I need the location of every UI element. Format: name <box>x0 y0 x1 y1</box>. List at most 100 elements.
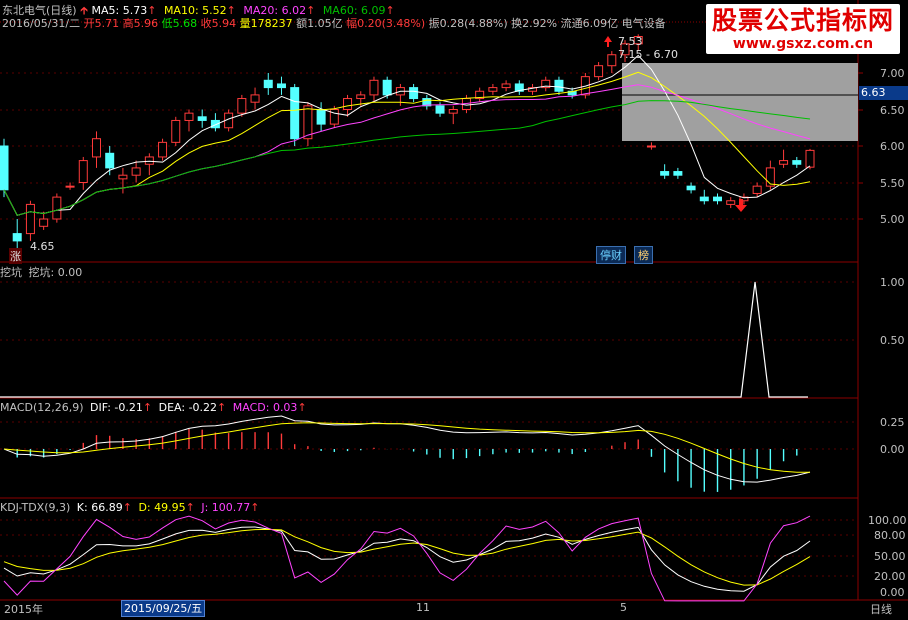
range-label: 7.15 - 6.70 <box>618 48 678 61</box>
kdj-k: K: 66.89 <box>76 501 123 514</box>
candle-body <box>673 171 683 176</box>
header-row-2: 2016/05/31/二 开5.71 高5.96 低5.68 收5.94 量17… <box>2 15 666 31</box>
candle-body <box>554 79 564 92</box>
wakeng-tick-1: 1.00 <box>880 276 905 289</box>
quote-sector: 电气设备 <box>621 17 666 30</box>
low-flag: 涨 <box>9 248 22 264</box>
price-tick-550: 5.50 <box>880 177 905 190</box>
candle-body <box>792 160 802 165</box>
watermark-logo: 股票公式指标网 www.gsxz.com.cn <box>705 4 900 54</box>
candle-body <box>0 145 9 191</box>
kdj-tick-80: 80.00 <box>874 529 906 542</box>
stock-chart-canvas[interactable] <box>0 0 908 617</box>
quote-date: 2016/05/31/二 <box>2 17 81 30</box>
macd-tick-000: 0.00 <box>880 443 905 456</box>
kdj-d-line <box>3 528 811 586</box>
wakeng-tick-05: 0.50 <box>880 334 905 347</box>
kdj-header: KDJ-TDX(9,3) K: 66.89↑ D: 49.95↑ J: 100.… <box>0 501 259 514</box>
quote-turnover: 换2.92% <box>511 17 558 30</box>
dea-arrow-icon: ↑ <box>217 401 227 414</box>
watermark-title: 股票公式指标网 <box>711 6 894 35</box>
candle-body <box>448 109 458 114</box>
quote-volume: 量178237 <box>239 17 293 30</box>
wakeng-value: 挖坑: 0.00 <box>28 266 83 279</box>
candle-body <box>158 141 168 158</box>
macd-series <box>3 415 811 492</box>
candle-body <box>356 94 366 100</box>
price-range-box <box>622 63 858 141</box>
candle-body <box>435 105 445 114</box>
candle-body <box>144 156 154 165</box>
d-arrow-icon: ↑ <box>185 501 195 514</box>
quote-amplitude: 振0.28(4.88%) <box>428 17 508 30</box>
candle-body <box>343 98 353 111</box>
kdj-tick-0: 0.00 <box>880 586 905 599</box>
macd-value: MACD: 0.03 <box>232 401 298 414</box>
kdj-d: D: 49.95 <box>138 501 186 514</box>
candle-body <box>197 116 207 121</box>
quote-high: 高5.96 <box>122 17 159 30</box>
candle-body <box>91 138 101 158</box>
price-tick-600: 6.00 <box>880 140 905 153</box>
candle-body <box>263 79 273 89</box>
candle-body <box>250 94 260 103</box>
dif-line <box>3 415 811 483</box>
price-tick-700: 7.00 <box>880 67 905 80</box>
candle-body <box>686 185 696 191</box>
candle-body <box>779 160 789 165</box>
macd-dif: DIF: -0.21 <box>90 401 143 414</box>
candle-body <box>78 160 88 184</box>
candle-body <box>118 174 128 180</box>
candle-body <box>646 145 656 148</box>
candle-body <box>290 87 300 140</box>
candle-body <box>316 109 326 125</box>
kdj-series <box>3 515 811 602</box>
kdj-name: KDJ-TDX(9,3) <box>0 501 71 514</box>
candle-body <box>660 171 670 176</box>
kdj-j: J: 100.77 <box>201 501 251 514</box>
quote-open: 开5.71 <box>83 17 120 30</box>
quote-change: 幅0.20(3.48%) <box>346 17 426 30</box>
time-axis-bar[interactable]: 2015年 2015/09/25/五 11 5 日线 <box>0 600 908 617</box>
macd-arrow-icon: ↑ <box>297 401 307 414</box>
watermark-url: www.gsxz.com.cn <box>732 36 874 52</box>
candle-body <box>105 152 115 169</box>
candle-body <box>131 167 141 176</box>
k-arrow-icon: ↑ <box>122 501 132 514</box>
macd-name: MACD(12,26,9) <box>0 401 84 414</box>
quote-float-cap: 流通6.09亿 <box>560 17 619 30</box>
quote-amount: 额1.05亿 <box>296 17 343 30</box>
candle-body <box>237 98 247 114</box>
financial-button[interactable]: 停财 <box>596 246 626 264</box>
candle-body <box>409 87 419 100</box>
candle-body <box>65 185 75 188</box>
macd-dea: DEA: -0.22 <box>158 401 218 414</box>
price-tick-500: 5.00 <box>880 213 905 226</box>
candle-body <box>726 200 736 205</box>
high-arrow-icon <box>604 36 612 47</box>
candle-body <box>303 105 313 140</box>
candle-body <box>607 54 617 67</box>
candle-body <box>52 196 62 220</box>
candle-body <box>382 79 392 96</box>
candle-body <box>276 83 286 89</box>
candle-body <box>12 233 22 242</box>
candle-body <box>699 196 709 202</box>
low-marker-label: 4.65 <box>30 240 55 253</box>
candle-body <box>171 119 181 143</box>
chart-stage[interactable]: 东北电气(日线) 🡱 MA5: 5.73↑ MA10: 5.52↑ MA20: … <box>0 0 908 617</box>
candle-body <box>594 65 604 78</box>
macd-tick-025: 0.25 <box>880 416 905 429</box>
candle-body <box>369 79 379 96</box>
dif-arrow-icon: ↑ <box>142 401 153 414</box>
price-tick-650: 6.50 <box>880 104 905 117</box>
period-button[interactable]: 日线 <box>870 601 892 617</box>
kdj-tick-20: 20.00 <box>874 570 906 583</box>
candle-body <box>752 185 762 194</box>
rank-button[interactable]: 榜 <box>634 246 653 264</box>
cursor-date: 2015/09/25/五 <box>121 600 206 617</box>
month-5-label: 5 <box>620 601 627 614</box>
candle-body <box>25 203 35 235</box>
candle-body <box>39 218 49 227</box>
quote-close: 收5.94 <box>200 17 237 30</box>
